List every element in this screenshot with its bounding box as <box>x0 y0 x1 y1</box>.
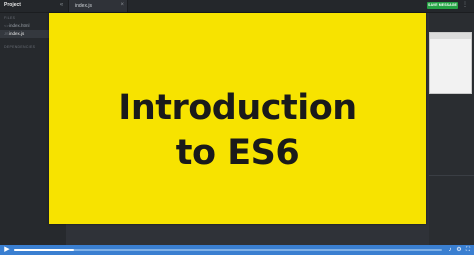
more-options-icon[interactable]: ⋮ <box>461 1 469 10</box>
settings-icon[interactable]: ⚙ <box>455 246 463 254</box>
js-file-icon: JS <box>4 31 9 36</box>
save-button[interactable]: SAVE MESSAGE <box>427 2 458 9</box>
dependencies-section-label[interactable]: DEPENDENCIES <box>4 45 35 49</box>
files-section-label: FILES <box>4 16 16 20</box>
slide-title: Introduction to ES6 <box>118 88 357 173</box>
video-player-controls: ▶ ♪ ⚙ ⛶ <box>0 245 474 255</box>
tab-index-js[interactable]: index.js × <box>68 0 128 12</box>
project-title: Project <box>4 2 21 8</box>
progress-fill <box>14 249 74 251</box>
file-name: index.js <box>9 31 25 36</box>
preview-frame[interactable] <box>429 32 472 94</box>
progress-bar[interactable] <box>14 249 442 251</box>
video-slide: Introduction to ES6 <box>49 13 426 224</box>
preview-pane <box>429 13 474 245</box>
console-divider <box>429 175 474 176</box>
collapse-sidebar-icon[interactable]: « <box>57 1 66 10</box>
play-icon[interactable]: ▶ <box>3 246 11 254</box>
top-bar: Project « index.js × SAVE MESSAGE ⋮ <box>0 0 474 13</box>
close-icon[interactable]: × <box>120 1 124 10</box>
html-file-icon: <> <box>4 23 9 28</box>
file-name: index.html <box>9 23 30 28</box>
tab-label: index.js <box>75 3 92 9</box>
preview-frame-bar <box>430 33 471 39</box>
fullscreen-icon[interactable]: ⛶ <box>464 246 472 254</box>
volume-icon[interactable]: ♪ <box>446 246 454 254</box>
